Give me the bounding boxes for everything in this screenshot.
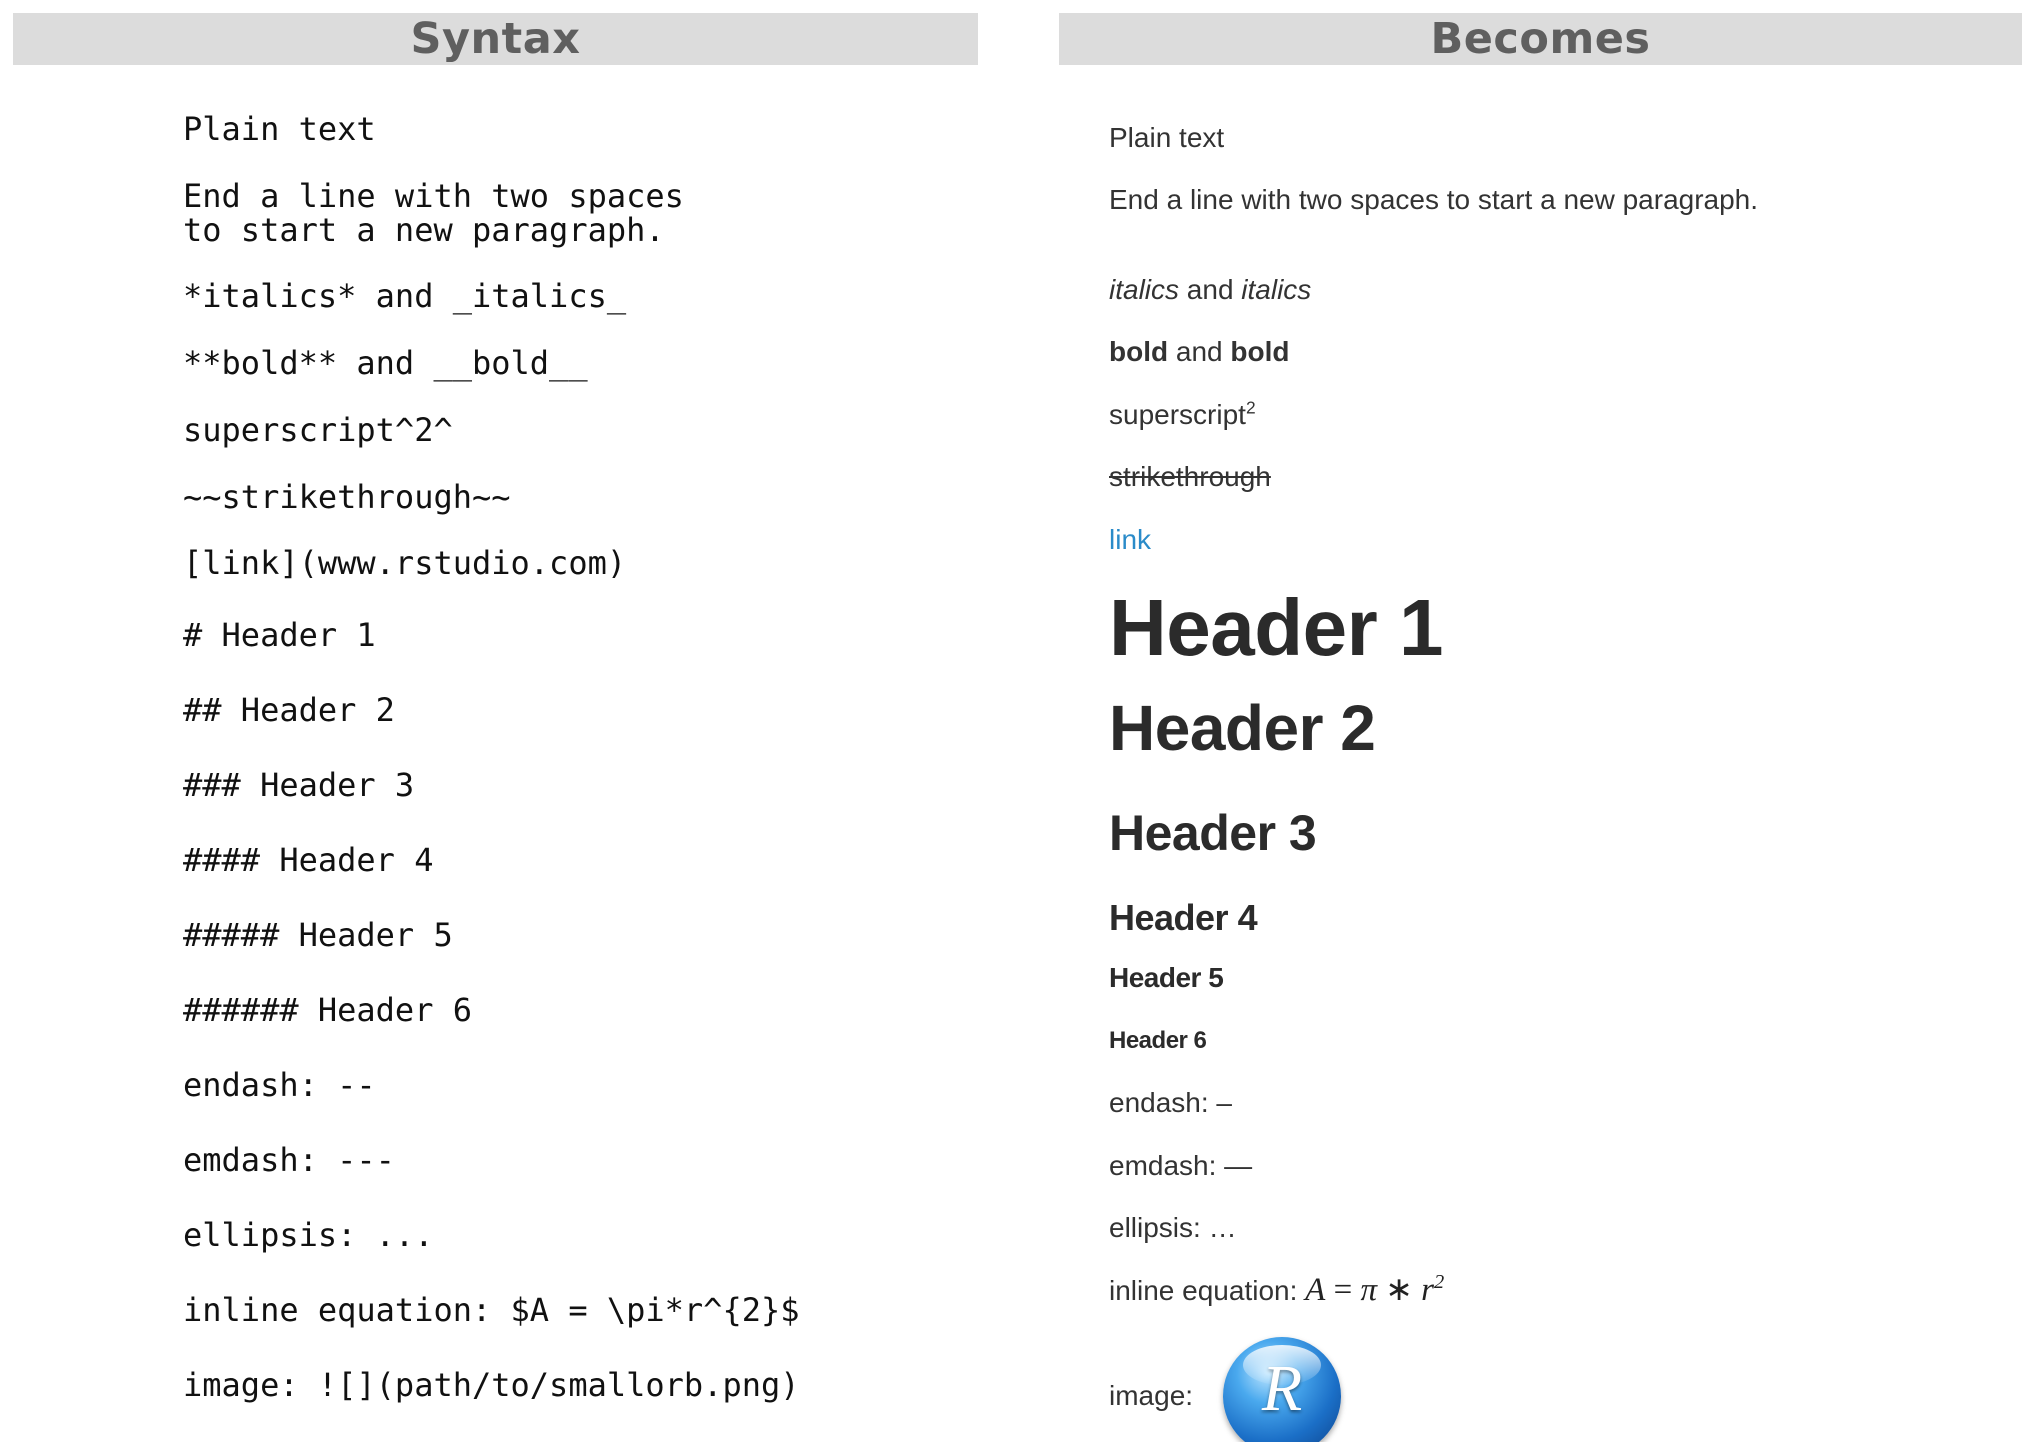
rendered-bold-line: bold and bold bbox=[1109, 336, 1289, 368]
rendered-superscript-exponent: 2 bbox=[1245, 397, 1256, 418]
syntax-header-6: ###### Header 6 bbox=[183, 991, 472, 1029]
syntax-inline-equation: inline equation: $A = \pi*r^{2}$ bbox=[183, 1291, 800, 1329]
syntax-superscript: superscript^2^ bbox=[183, 411, 453, 449]
rendered-plain-text: Plain text bbox=[1109, 122, 1225, 153]
rendered-bold-and: and bbox=[1168, 336, 1231, 367]
eq-times: ∗ bbox=[1377, 1272, 1422, 1308]
rendered-italics-1: italics bbox=[1109, 274, 1180, 305]
syntax-header-2: ## Header 2 bbox=[183, 691, 395, 729]
rendered-link[interactable]: link bbox=[1109, 524, 1151, 556]
eq-pi: π bbox=[1360, 1272, 1377, 1308]
rendered-inline-equation: inline equation: A = π ∗ r2 bbox=[1109, 1272, 1444, 1310]
r-orb-image: R bbox=[1223, 1337, 1341, 1442]
rendered-header-2: Header 2 bbox=[1109, 692, 1376, 764]
syntax-plain-text: Plain text bbox=[183, 110, 376, 148]
syntax-endline-line2: to start a new paragraph. bbox=[183, 211, 665, 249]
rendered-superscript: superscript2 bbox=[1109, 399, 1256, 431]
eq-r: r bbox=[1421, 1272, 1434, 1308]
syntax-image: image: ![](path/to/smallorb.png) bbox=[183, 1366, 800, 1404]
rendered-equation-label: inline equation: bbox=[1109, 1275, 1306, 1306]
syntax-italics: *italics* and _italics_ bbox=[183, 277, 627, 315]
r-logo-letter: R bbox=[1261, 1352, 1303, 1425]
syntax-endline-line1: End a line with two spaces bbox=[183, 177, 684, 215]
eq-exponent: 2 bbox=[1434, 1271, 1445, 1293]
rendered-strikethrough: strikethrough bbox=[1109, 461, 1271, 492]
syntax-column-header: Syntax bbox=[13, 13, 978, 65]
rendered-paragraph: End a line with two spaces to start a ne… bbox=[1109, 184, 1759, 215]
rendered-image-label: image: bbox=[1109, 1380, 1194, 1411]
syntax-link: [link](www.rstudio.com) bbox=[183, 544, 627, 582]
rendered-header-5: Header 5 bbox=[1109, 962, 1224, 993]
syntax-header-4: #### Header 4 bbox=[183, 841, 434, 879]
rendered-emdash: emdash: — bbox=[1109, 1150, 1253, 1181]
rendered-bold-2: bold bbox=[1230, 336, 1290, 367]
syntax-ellipsis: ellipsis: ... bbox=[183, 1216, 434, 1254]
syntax-endash: endash: -- bbox=[183, 1066, 376, 1104]
syntax-bold: **bold** and __bold__ bbox=[183, 344, 588, 382]
rendered-ellipsis: ellipsis: … bbox=[1109, 1212, 1237, 1243]
rendered-equation-math: A = π ∗ r2 bbox=[1305, 1272, 1444, 1308]
rendered-header-3: Header 3 bbox=[1109, 805, 1317, 861]
syntax-header-1: # Header 1 bbox=[183, 616, 376, 654]
rendered-superscript-base: superscript bbox=[1109, 399, 1246, 430]
becomes-column-header: Becomes bbox=[1059, 13, 2022, 65]
rendered-italics-line: italics and italics bbox=[1109, 274, 1311, 306]
syntax-header-3: ### Header 3 bbox=[183, 766, 415, 804]
syntax-header-5: ##### Header 5 bbox=[183, 916, 453, 954]
syntax-emdash: emdash: --- bbox=[183, 1141, 395, 1179]
rendered-header-1: Header 1 bbox=[1109, 583, 1443, 672]
rendered-header-6: Header 6 bbox=[1109, 1027, 1207, 1054]
rendered-header-4: Header 4 bbox=[1109, 897, 1258, 938]
syntax-strikethrough: ~~strikethrough~~ bbox=[183, 478, 511, 516]
rendered-bold-1: bold bbox=[1109, 336, 1169, 367]
eq-equals: = bbox=[1325, 1272, 1361, 1308]
eq-a: A bbox=[1305, 1272, 1326, 1308]
rendered-italics-2: italics bbox=[1241, 274, 1312, 305]
rendered-endash: endash: – bbox=[1109, 1087, 1232, 1118]
rendered-italics-and: and bbox=[1179, 274, 1242, 305]
